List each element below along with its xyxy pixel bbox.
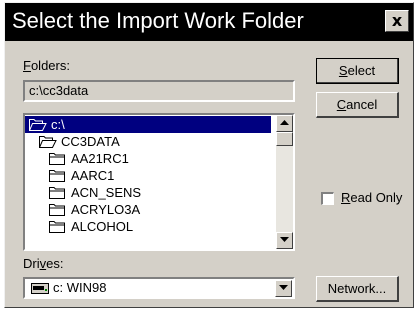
dialog-title: Select the Import Work Folder <box>12 8 304 33</box>
close-button[interactable]: x <box>385 10 409 32</box>
folder-item-label: c:\ <box>51 117 65 132</box>
import-folder-dialog: Select the Import Work Folder x Folders:… <box>4 2 414 308</box>
close-icon: x <box>391 11 403 30</box>
current-path-display: c:\cc3data <box>23 80 295 102</box>
folder-icon <box>49 153 65 165</box>
scroll-thumb[interactable] <box>276 132 293 146</box>
folder-item[interactable]: ACN_SENS <box>25 184 271 201</box>
select-button[interactable]: Select <box>316 58 399 84</box>
folder-icon <box>49 187 65 199</box>
folder-item[interactable]: AA21RC1 <box>25 150 271 167</box>
folder-item-label: AA21RC1 <box>71 151 129 166</box>
arrow-up-icon <box>280 120 289 125</box>
network-button[interactable]: Network... <box>316 276 399 302</box>
folder-icon <box>49 170 65 182</box>
folders-label: Folders: <box>23 58 70 73</box>
scroll-up-button[interactable] <box>276 115 293 132</box>
drives-label: Drives: <box>23 256 64 271</box>
folder-item-label: ALCOHOL <box>71 219 134 234</box>
folder-item-label: AARC1 <box>71 168 115 183</box>
folder-item[interactable]: c:\ <box>25 116 271 133</box>
open-folder-icon <box>29 119 47 131</box>
folders-label-rest: olders: <box>30 58 70 73</box>
arrow-down-icon <box>280 237 289 242</box>
folder-item[interactable]: ACRYLO3A <box>25 201 271 218</box>
read-only-label[interactable]: Read Only <box>341 190 402 205</box>
drives-dropdown-button[interactable] <box>275 280 292 297</box>
folder-item-label: ACRYLO3A <box>71 202 141 217</box>
folder-icon <box>49 221 65 233</box>
drives-selected-value: c: WIN98 <box>53 280 107 295</box>
folder-list-scrollbar[interactable] <box>276 115 293 249</box>
scroll-down-button[interactable] <box>276 232 293 249</box>
folder-icon <box>49 204 65 216</box>
folder-item[interactable]: AARC1 <box>25 167 271 184</box>
folder-item[interactable]: ALCOHOL <box>25 218 271 235</box>
drives-select[interactable]: c: WIN98 <box>23 277 295 299</box>
folder-list[interactable]: c:\ CC3DATA AA21RC1 AARC1 ACN_SENS ACRYL… <box>23 113 295 251</box>
chevron-down-icon <box>279 285 288 290</box>
folder-item-label: ACN_SENS <box>71 185 142 200</box>
read-only-checkbox[interactable] <box>321 192 334 205</box>
title-bar[interactable]: Select the Import Work Folder x <box>5 3 413 41</box>
folder-item[interactable]: CC3DATA <box>25 133 271 150</box>
cancel-button[interactable]: Cancel <box>316 92 399 118</box>
folder-item-label: CC3DATA <box>61 134 120 149</box>
open-folder-icon <box>39 136 57 148</box>
hard-drive-icon <box>31 283 49 294</box>
